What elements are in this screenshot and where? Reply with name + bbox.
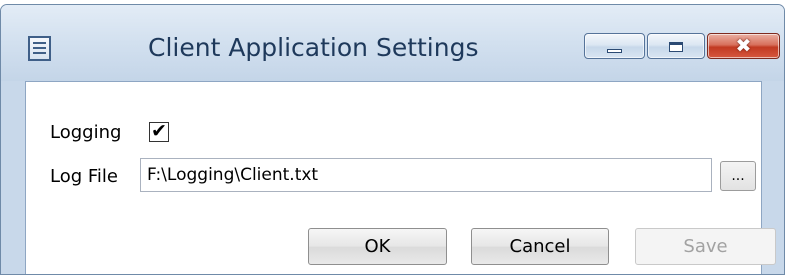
save-button: Save — [635, 228, 776, 265]
title-bar[interactable]: Client Application Settings ✖ — [1, 5, 784, 81]
log-file-input[interactable]: F:\Logging\Client.txt — [140, 158, 712, 192]
close-button[interactable]: ✖ — [707, 33, 780, 59]
logging-label: Logging — [50, 122, 122, 143]
maximize-icon — [669, 42, 683, 52]
minimize-button[interactable] — [584, 33, 645, 59]
cancel-button[interactable]: Cancel — [471, 228, 609, 265]
checkmark-icon: ✔ — [151, 120, 167, 142]
browse-button[interactable]: ... — [720, 161, 756, 191]
log-file-label: Log File — [50, 166, 118, 187]
maximize-button[interactable] — [647, 33, 705, 59]
logging-checkbox[interactable]: ✔ — [149, 120, 169, 142]
window-title: Client Application Settings — [148, 33, 479, 62]
ok-button[interactable]: OK — [308, 228, 447, 265]
close-icon: ✖ — [735, 35, 752, 57]
settings-window: Client Application Settings ✖ Logging ✔ … — [0, 4, 785, 275]
app-window-icon[interactable] — [28, 36, 51, 61]
settings-panel: Logging ✔ Log File F:\Logging\Client.txt… — [25, 81, 776, 274]
minimize-icon — [607, 49, 622, 53]
